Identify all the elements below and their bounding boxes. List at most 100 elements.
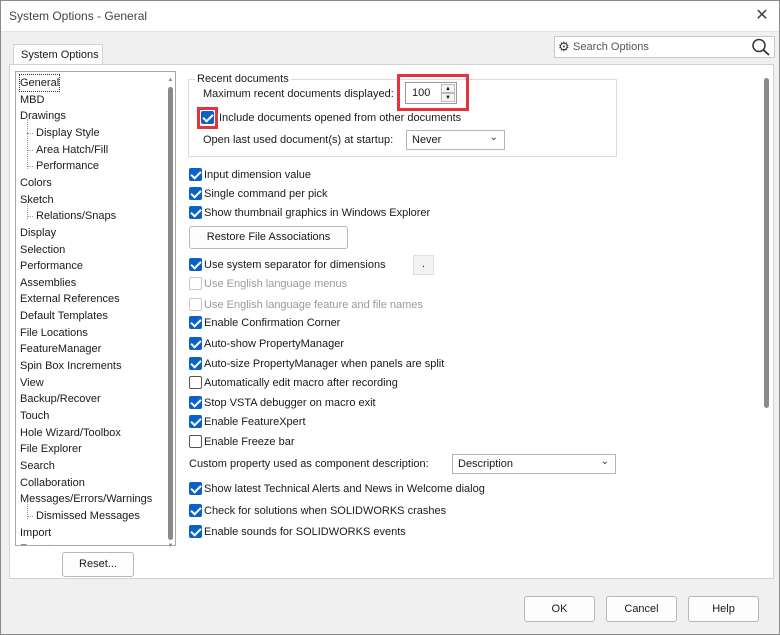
custom-property-value: Description xyxy=(458,458,514,470)
tree-item[interactable]: Spin Box Increments xyxy=(20,358,122,374)
search-input[interactable]: Search Options xyxy=(573,41,649,53)
tree-connector xyxy=(27,132,33,134)
tree-item[interactable]: Messages/Errors/Warnings xyxy=(20,491,152,507)
tree-item[interactable]: Display xyxy=(20,225,56,241)
option-label: Check for solutions when SOLIDWORKS cras… xyxy=(204,505,447,517)
tree-item[interactable]: External References xyxy=(20,291,120,307)
options-scroll-thumb[interactable] xyxy=(764,78,769,408)
option-label: Show latest Technical Alerts and News in… xyxy=(204,483,485,495)
tree-item[interactable]: Import xyxy=(20,525,51,541)
scroll-down-icon[interactable]: ▼ xyxy=(167,542,174,550)
tree-item[interactable]: Performance xyxy=(20,258,83,274)
tree-connector xyxy=(27,216,33,218)
scroll-up-icon[interactable]: ▲ xyxy=(167,76,174,84)
tree-item[interactable]: Search xyxy=(20,458,55,474)
option-label: Enable Confirmation Corner xyxy=(204,317,341,329)
option-checkbox[interactable] xyxy=(189,482,202,495)
spin-down-icon[interactable]: ▼ xyxy=(441,93,455,102)
option-label: Enable Freeze bar xyxy=(204,436,295,448)
option-checkbox[interactable] xyxy=(189,525,202,538)
reset-button[interactable]: Reset... xyxy=(62,552,134,577)
option-label: Auto-show PropertyManager xyxy=(204,338,345,350)
tree-item[interactable]: FeatureManager xyxy=(20,341,101,357)
max-recent-spinbox[interactable]: 100 ▲ ▼ xyxy=(405,82,457,104)
tab-system-options[interactable]: System Options xyxy=(13,44,103,65)
custom-property-dropdown[interactable]: Description ⌄ xyxy=(452,454,616,474)
option-checkbox[interactable] xyxy=(189,206,202,219)
window-title: System Options - General xyxy=(9,9,148,23)
search-icon[interactable] xyxy=(751,38,771,56)
option-checkbox[interactable] xyxy=(189,376,202,389)
tree-item[interactable]: Relations/Snaps xyxy=(36,208,116,224)
tree-item[interactable]: Display Style xyxy=(36,125,100,141)
tree-scrollbar[interactable]: ▲ ▼ xyxy=(167,76,174,549)
max-recent-label: Maximum recent documents displayed: xyxy=(203,88,394,100)
open-last-value: Never xyxy=(412,134,442,146)
tree-item[interactable]: Drawings xyxy=(20,108,66,124)
open-last-label: Open last used document(s) at startup: xyxy=(203,134,394,146)
option-checkbox xyxy=(189,277,202,290)
options-tree[interactable]: General MBD Drawings Display Style Area Hatc… xyxy=(15,71,176,546)
close-icon[interactable]: ✕ xyxy=(748,3,776,29)
help-button[interactable]: Help xyxy=(688,596,759,622)
option-checkbox[interactable] xyxy=(189,168,202,181)
include-documents-label: Include documents opened from other docu… xyxy=(219,112,462,124)
option-checkbox[interactable] xyxy=(189,316,202,329)
ok-button[interactable]: OK xyxy=(524,596,595,622)
open-last-dropdown[interactable]: Never ⌄ xyxy=(406,130,505,150)
option-label: Single command per pick xyxy=(204,188,328,200)
tree-scroll-thumb[interactable] xyxy=(168,87,173,540)
tree-connector xyxy=(27,149,33,151)
option-label: Use English language feature and file na… xyxy=(204,299,423,311)
tree-item[interactable]: Hole Wizard/Toolbox xyxy=(20,425,121,441)
option-checkbox[interactable] xyxy=(189,435,202,448)
options-scrollbar[interactable] xyxy=(764,66,770,578)
tree-item[interactable]: Assemblies xyxy=(20,275,76,291)
option-checkbox xyxy=(189,298,202,311)
tree-item[interactable]: Area Hatch/Fill xyxy=(36,142,108,158)
gear-icon[interactable]: ⚙ xyxy=(558,39,570,55)
tree-item[interactable]: File Explorer xyxy=(20,441,82,457)
custom-property-label: Custom property used as component descri… xyxy=(189,458,429,470)
separator-display: . xyxy=(413,255,434,275)
tree-item[interactable]: Export xyxy=(20,541,52,545)
option-checkbox[interactable] xyxy=(189,396,202,409)
option-label: Auto-size PropertyManager when panels ar… xyxy=(204,358,445,370)
option-label: Input dimension value xyxy=(204,169,312,181)
option-checkbox[interactable] xyxy=(189,357,202,370)
tree-item[interactable]: Performance xyxy=(36,158,99,174)
tree-connector xyxy=(27,515,33,517)
option-label: Stop VSTA debugger on macro exit xyxy=(204,397,376,409)
tree-item[interactable]: Selection xyxy=(20,242,65,258)
chevron-down-icon: ⌄ xyxy=(489,132,498,143)
search-box[interactable]: ⚙ Search Options xyxy=(554,36,775,58)
tree-item[interactable]: Backup/Recover xyxy=(20,391,101,407)
spin-up-icon[interactable]: ▲ xyxy=(441,84,455,93)
tree-item[interactable]: Dismissed Messages xyxy=(36,508,140,524)
restore-file-associations-button[interactable]: Restore File Associations xyxy=(189,226,348,249)
tree-item[interactable]: Default Templates xyxy=(20,308,108,324)
option-checkbox[interactable] xyxy=(189,337,202,350)
tree-item[interactable]: View xyxy=(20,375,44,391)
option-label: Enable sounds for SOLIDWORKS events xyxy=(204,526,406,538)
tree-item[interactable]: File Locations xyxy=(20,325,88,341)
group-title: Recent documents xyxy=(195,73,291,85)
tree-item[interactable]: MBD xyxy=(20,92,44,108)
cancel-button[interactable]: Cancel xyxy=(606,596,677,622)
tree-connector xyxy=(27,166,33,168)
option-checkbox[interactable] xyxy=(189,258,202,271)
max-recent-value[interactable]: 100 xyxy=(412,87,430,99)
option-label: Use system separator for dimensions xyxy=(204,259,386,271)
option-label: Automatically edit macro after recording xyxy=(204,377,398,389)
tree-item[interactable]: Colors xyxy=(20,175,52,191)
include-documents-checkbox[interactable] xyxy=(201,111,214,124)
chevron-down-icon: ⌄ xyxy=(600,456,609,467)
tree-item[interactable]: Collaboration xyxy=(20,475,85,491)
option-checkbox[interactable] xyxy=(189,415,202,428)
tree-connector xyxy=(27,119,28,169)
tree-item[interactable]: Sketch xyxy=(20,192,54,208)
tree-item[interactable]: Touch xyxy=(20,408,49,424)
option-checkbox[interactable] xyxy=(189,187,202,200)
tree-item[interactable]: General xyxy=(18,74,61,92)
option-checkbox[interactable] xyxy=(189,504,202,517)
